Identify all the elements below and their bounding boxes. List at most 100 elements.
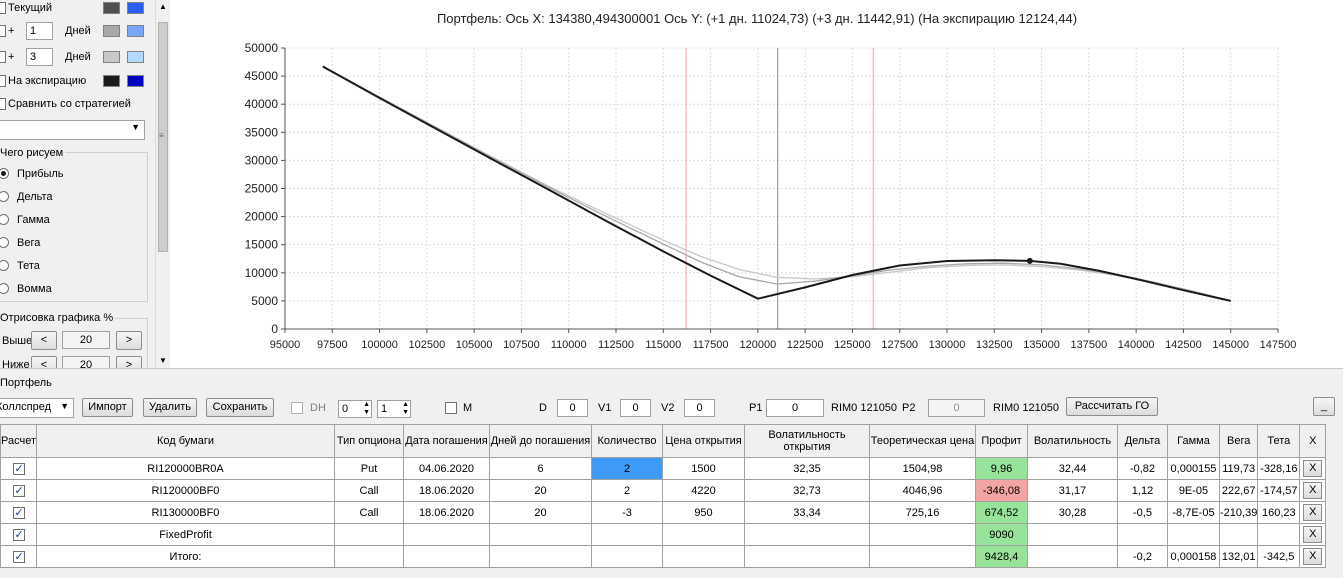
- cell-vol[interactable]: [1027, 545, 1118, 568]
- calc-cell[interactable]: [0, 545, 37, 568]
- cell-theo[interactable]: [869, 545, 976, 568]
- column-header[interactable]: X: [1299, 424, 1327, 458]
- table-row[interactable]: Итого: 9428,4 -0,20,000158132,01-342,5X: [0, 545, 1327, 568]
- cell-theta[interactable]: -174,57: [1257, 479, 1301, 502]
- remove-row-button[interactable]: X: [1303, 504, 1323, 521]
- d-input[interactable]: 0: [557, 399, 588, 417]
- plus3-color-swatch-blue[interactable]: [127, 51, 144, 63]
- remove-row-button[interactable]: X: [1303, 526, 1323, 543]
- cell-code[interactable]: RI120000BR0A: [36, 457, 335, 480]
- cell-code[interactable]: Итого:: [36, 545, 335, 568]
- cell-vol-open[interactable]: [744, 523, 870, 546]
- below-value[interactable]: 20: [62, 356, 110, 368]
- cell-type[interactable]: [334, 523, 404, 546]
- cell-theta[interactable]: -342,5: [1257, 545, 1301, 568]
- draw-option-label[interactable]: Вега: [17, 237, 40, 249]
- plus1-color-swatch-blue[interactable]: [127, 25, 144, 37]
- calc-cell[interactable]: [0, 523, 37, 546]
- cell-profit[interactable]: 9428,4: [975, 545, 1028, 568]
- strategy-dropdown[interactable]: ▼: [0, 120, 145, 140]
- cell-gamma[interactable]: [1167, 523, 1220, 546]
- cell-type[interactable]: [334, 545, 404, 568]
- cell-type[interactable]: Call: [334, 479, 404, 502]
- column-header[interactable]: Тип опциона: [334, 424, 404, 458]
- cell-gamma[interactable]: 0,000155: [1167, 457, 1220, 480]
- save-button[interactable]: Сохранить: [206, 398, 274, 417]
- draw-option-label[interactable]: Дельта: [17, 191, 53, 203]
- current-checkbox[interactable]: [0, 2, 6, 14]
- remove-cell[interactable]: X: [1299, 457, 1327, 480]
- remove-cell[interactable]: X: [1299, 523, 1327, 546]
- cell-vol-open[interactable]: 32,35: [744, 457, 870, 480]
- cell-theta[interactable]: [1257, 523, 1301, 546]
- cell-profit[interactable]: 674,52: [975, 501, 1028, 524]
- cell-vega[interactable]: 132,01: [1218, 545, 1259, 568]
- column-header[interactable]: Код бумаги: [36, 424, 335, 458]
- cell-qty[interactable]: 2: [591, 479, 663, 502]
- cell-theta[interactable]: -328,16: [1257, 457, 1301, 480]
- cell-code[interactable]: FixedProfit: [36, 523, 335, 546]
- current-color-swatch-blue[interactable]: [127, 2, 144, 14]
- calc-checkbox[interactable]: [12, 550, 25, 563]
- cell-vol[interactable]: 30,28: [1027, 501, 1118, 524]
- cell-date[interactable]: 18.06.2020: [403, 479, 490, 502]
- plus1-days-input[interactable]: 1: [26, 22, 53, 40]
- m-checkbox[interactable]: [445, 402, 457, 414]
- cell-vol[interactable]: [1027, 523, 1118, 546]
- v1-input[interactable]: 0: [620, 399, 651, 417]
- plus1-color-swatch-gray[interactable]: [103, 25, 120, 37]
- column-header[interactable]: Цена открытия: [662, 424, 745, 458]
- column-header[interactable]: Профит: [975, 424, 1028, 458]
- column-header[interactable]: Тета: [1257, 424, 1301, 458]
- plus3-days-input[interactable]: 3: [26, 48, 53, 66]
- below-decrease-button[interactable]: <: [31, 356, 57, 368]
- cell-price[interactable]: 950: [662, 501, 745, 524]
- draw-option-label[interactable]: Гамма: [17, 214, 50, 226]
- calc-cell[interactable]: [0, 501, 37, 524]
- cell-price[interactable]: 4220: [662, 479, 745, 502]
- cell-vega[interactable]: 222,67: [1218, 479, 1259, 502]
- cell-date[interactable]: [403, 545, 490, 568]
- draw-option-label[interactable]: Тета: [17, 260, 40, 272]
- cell-vol-open[interactable]: [744, 545, 870, 568]
- calc-checkbox[interactable]: [12, 528, 25, 541]
- cell-vol-open[interactable]: 32,73: [744, 479, 870, 502]
- column-header[interactable]: Волатильность открытия: [744, 424, 870, 458]
- plus1-checkbox[interactable]: [0, 25, 6, 37]
- remove-cell[interactable]: X: [1299, 545, 1327, 568]
- table-row[interactable]: RI130000BF0Call18.06.202020-395033,34725…: [0, 501, 1327, 524]
- cell-qty[interactable]: -3: [591, 501, 663, 524]
- cell-delta[interactable]: [1117, 523, 1168, 546]
- cell-price[interactable]: 1500: [662, 457, 745, 480]
- calc-cell[interactable]: [0, 457, 37, 480]
- column-header[interactable]: Волатильность: [1027, 424, 1118, 458]
- cell-profit[interactable]: -346,08: [975, 479, 1028, 502]
- scroll-down-icon[interactable]: ▼: [159, 356, 167, 365]
- remove-row-button[interactable]: X: [1303, 548, 1323, 565]
- cell-code[interactable]: RI130000BF0: [36, 501, 335, 524]
- p2-input[interactable]: 0: [928, 399, 985, 417]
- cell-vol[interactable]: 32,44: [1027, 457, 1118, 480]
- cell-days[interactable]: 6: [489, 457, 592, 480]
- cell-days[interactable]: 20: [489, 479, 592, 502]
- draw-option-label[interactable]: Прибыль: [17, 168, 64, 180]
- portfolio-strategy-dropdown[interactable]: Коллспред ▼: [0, 398, 74, 418]
- cell-price[interactable]: [662, 545, 745, 568]
- scroll-up-icon[interactable]: ▲: [159, 2, 167, 11]
- cell-price[interactable]: [662, 523, 745, 546]
- cell-vol-open[interactable]: 33,34: [744, 501, 870, 524]
- cell-theo[interactable]: 4046,96: [869, 479, 976, 502]
- cell-delta[interactable]: -0,82: [1117, 457, 1168, 480]
- column-header[interactable]: Дней до погашения: [489, 424, 592, 458]
- column-header[interactable]: Дельта: [1117, 424, 1168, 458]
- cell-gamma[interactable]: 9E-05: [1167, 479, 1220, 502]
- cell-type[interactable]: Put: [334, 457, 404, 480]
- column-header[interactable]: Расчет: [0, 424, 37, 458]
- cell-qty[interactable]: [591, 523, 663, 546]
- delete-button[interactable]: Удалить: [143, 398, 197, 417]
- cell-qty[interactable]: 2: [591, 457, 663, 480]
- plus3-color-swatch-gray[interactable]: [103, 51, 120, 63]
- spin-input-1[interactable]: 0 ▲ ▼: [338, 400, 372, 418]
- cell-vega[interactable]: -210,39: [1218, 501, 1259, 524]
- calc-checkbox[interactable]: [12, 506, 25, 519]
